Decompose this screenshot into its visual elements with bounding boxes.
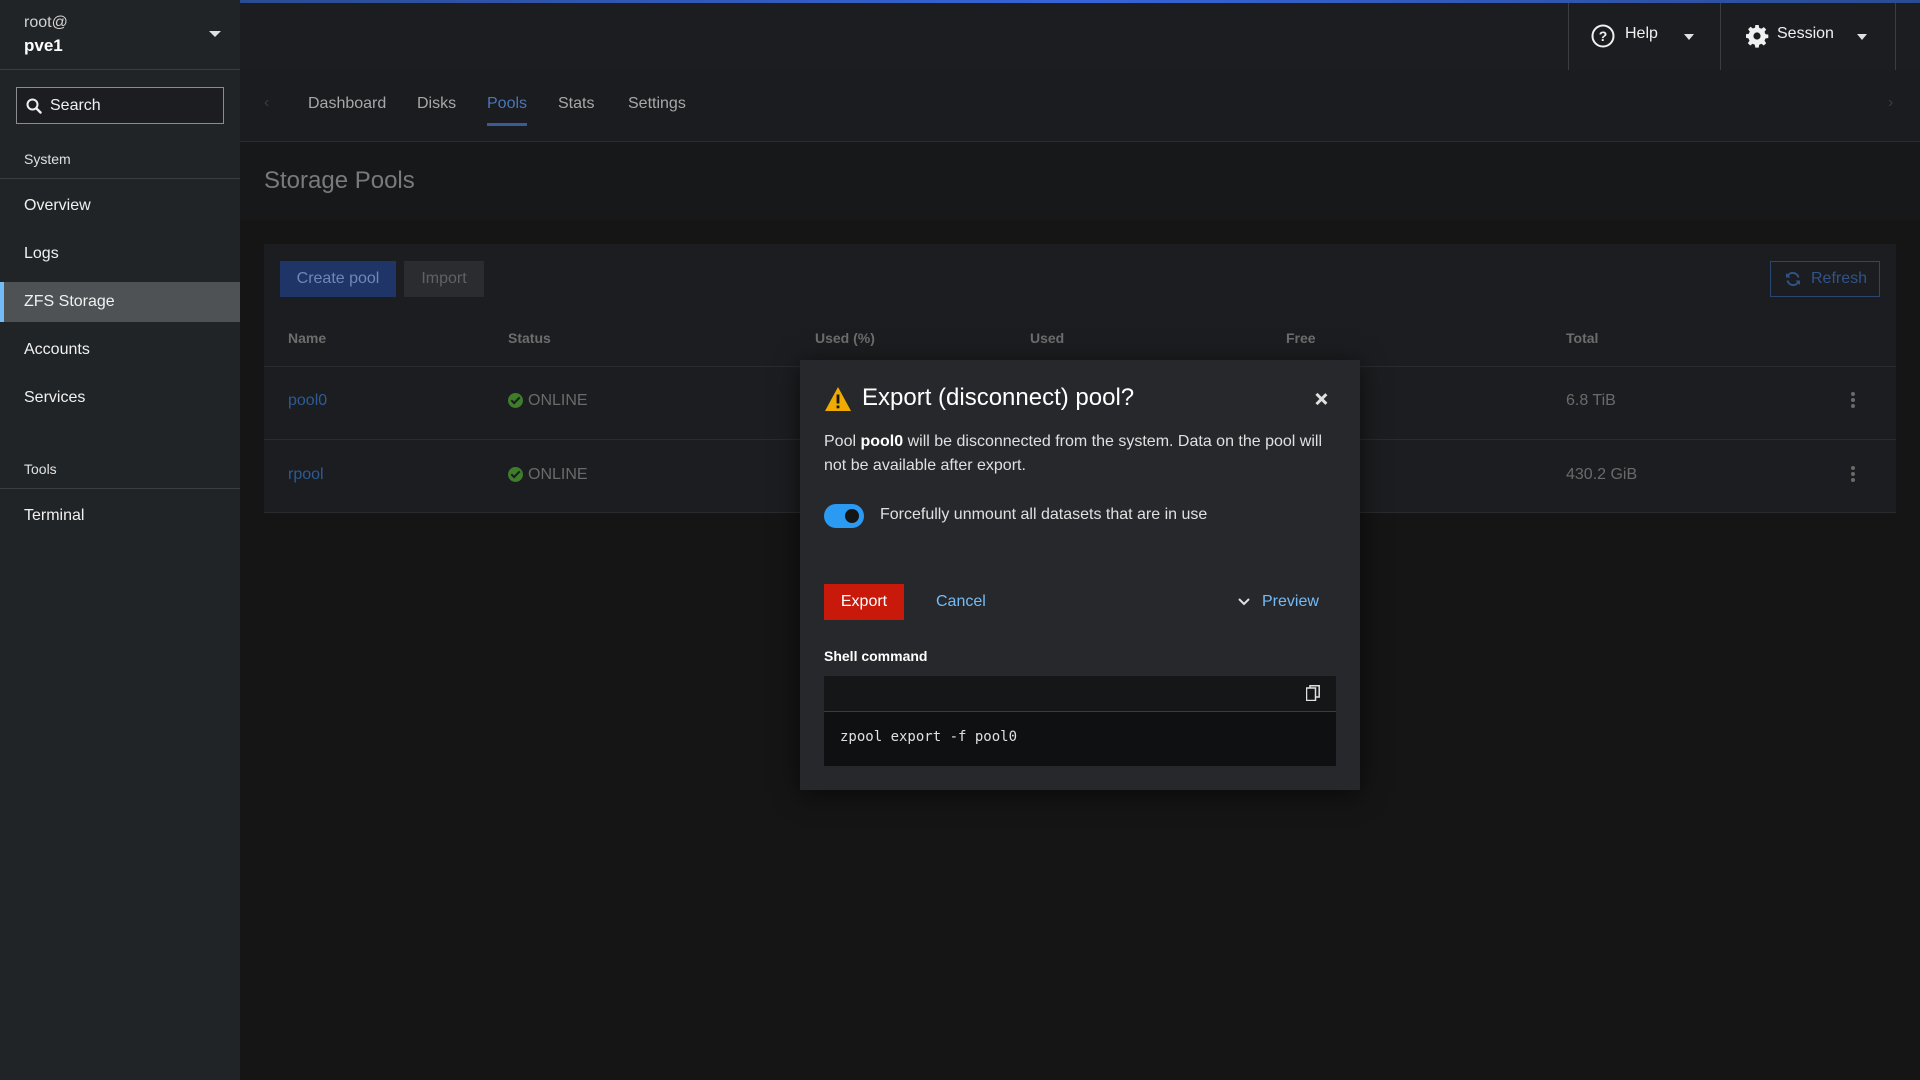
pool-name: pool0 [860, 433, 904, 450]
toggle-label: Forcefully unmount all datasets that are… [880, 506, 1208, 523]
preview-label: Preview [1262, 593, 1319, 610]
close-icon[interactable] [1312, 390, 1330, 408]
cancel-button[interactable]: Cancel [936, 584, 986, 620]
sidebar-item-terminal[interactable]: Terminal [0, 496, 240, 536]
session-menu-button[interactable]: Session [1720, 3, 1896, 70]
caret-down-icon [209, 31, 221, 37]
import-button[interactable]: Import [404, 261, 484, 297]
search-input[interactable]: Search [16, 87, 224, 124]
help-label: Help [1625, 25, 1658, 42]
sidebar-item-services[interactable]: Services [0, 378, 240, 418]
status-text: ONLINE [528, 466, 588, 483]
check-circle-icon [508, 393, 523, 408]
sidebar-item-label: Overview [24, 197, 91, 214]
chevron-down-icon [1238, 598, 1250, 606]
refresh-icon [1786, 271, 1800, 287]
kebab-menu-icon[interactable] [1851, 466, 1855, 484]
status-text: ONLINE [528, 392, 588, 409]
sidebar-item-label: Terminal [24, 507, 85, 524]
tab-bar: ‹ Dashboard Disks Pools Stats Settings › [240, 70, 1920, 142]
help-icon: ? [1591, 24, 1615, 48]
active-tab-indicator [487, 123, 527, 126]
tab-dashboard[interactable]: Dashboard [308, 95, 386, 113]
top-bar: ? Help Session [240, 0, 1920, 70]
total-value: 6.8 TiB [1566, 392, 1616, 409]
pool-name-link[interactable]: rpool [288, 466, 324, 484]
code-block-header [824, 676, 1336, 712]
export-button[interactable]: Export [824, 584, 904, 620]
sidebar-item-accounts[interactable]: Accounts [0, 330, 240, 370]
create-pool-button[interactable]: Create pool [280, 261, 396, 297]
dialog-body: Pool pool0 will be disconnected from the… [824, 430, 1336, 478]
divider [0, 488, 240, 489]
sidebar-item-overview[interactable]: Overview [0, 186, 240, 226]
sidebar-item-label: ZFS Storage [24, 293, 115, 310]
sidebar-item-label: Services [24, 389, 86, 406]
svg-text:?: ? [1599, 28, 1608, 44]
copy-icon[interactable] [1306, 685, 1320, 701]
host-user: root@ [24, 14, 68, 31]
scroll-right-icon[interactable]: › [1888, 94, 1893, 112]
sidebar-item-label: Accounts [24, 341, 90, 358]
host-name: pve1 [24, 36, 63, 55]
refresh-label: Refresh [1811, 270, 1868, 287]
search-icon [26, 98, 42, 114]
column-header-status[interactable]: Status [508, 330, 551, 346]
caret-down-icon [1857, 34, 1867, 40]
section-title-tools: Tools [24, 461, 57, 477]
column-header-free[interactable]: Free [1286, 330, 1316, 346]
help-menu-button[interactable]: ? Help [1568, 3, 1720, 70]
sidebar-item-logs[interactable]: Logs [0, 234, 240, 274]
sidebar: root@ pve1 Search System Overview Logs Z… [0, 0, 240, 1080]
scroll-left-icon[interactable]: ‹ [264, 94, 269, 112]
dialog-title: Export (disconnect) pool? [862, 384, 1135, 411]
column-header-used-percent[interactable]: Used (%) [815, 330, 875, 346]
session-label: Session [1777, 25, 1834, 42]
column-header-total[interactable]: Total [1566, 330, 1598, 346]
pool-name-link[interactable]: pool0 [288, 392, 327, 410]
sidebar-item-label: Logs [24, 245, 59, 262]
sidebar-item-zfs-storage[interactable]: ZFS Storage [0, 282, 240, 322]
section-title-system: System [24, 151, 71, 167]
kebab-menu-icon[interactable] [1851, 392, 1855, 410]
tab-stats[interactable]: Stats [558, 95, 594, 113]
code-block: zpool export -f pool0 [824, 712, 1336, 766]
search-placeholder: Search [50, 97, 101, 114]
warning-icon [825, 387, 851, 411]
shell-command-label: Shell command [824, 648, 928, 664]
export-pool-dialog: Export (disconnect) pool? Pool pool0 wil… [800, 360, 1360, 790]
caret-down-icon [1684, 34, 1694, 40]
host-switcher[interactable]: root@ pve1 [0, 0, 240, 70]
total-value: 430.2 GiB [1566, 466, 1638, 483]
tab-pools[interactable]: Pools [487, 95, 527, 113]
gear-icon [1746, 25, 1769, 48]
page-header [240, 142, 1920, 220]
tab-settings[interactable]: Settings [628, 95, 686, 113]
shell-command: zpool export -f pool0 [840, 729, 1018, 745]
page-title: Storage Pools [264, 167, 415, 194]
refresh-button[interactable]: Refresh [1770, 261, 1880, 297]
force-unmount-toggle[interactable] [824, 504, 864, 528]
body-prefix: Pool [824, 433, 861, 450]
tab-disks[interactable]: Disks [417, 95, 456, 113]
column-header-used[interactable]: Used [1030, 330, 1064, 346]
check-circle-icon [508, 467, 523, 482]
divider [0, 178, 240, 179]
column-header-name[interactable]: Name [288, 330, 326, 346]
